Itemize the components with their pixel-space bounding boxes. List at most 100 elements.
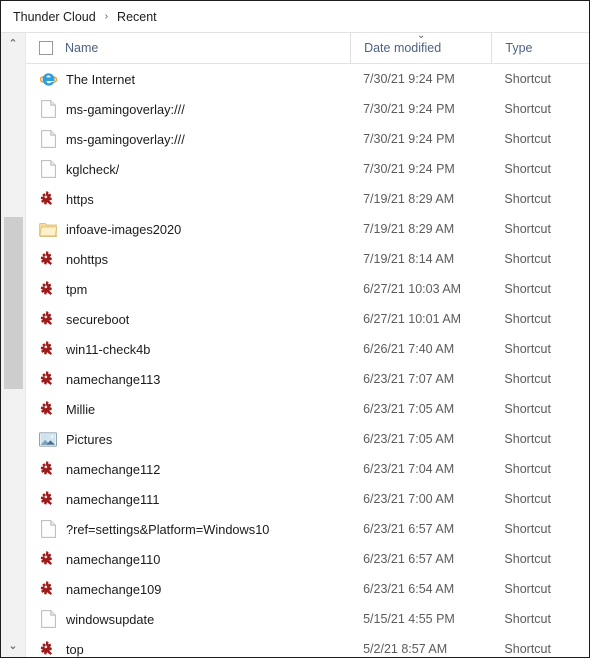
file-name-cell[interactable]: namechange113 xyxy=(26,370,350,388)
file-name-cell[interactable]: Millie xyxy=(26,400,350,418)
file-name-cell[interactable]: The Internet xyxy=(26,70,350,88)
file-name-cell[interactable]: infoave-images2020 xyxy=(26,220,350,238)
registry-file-icon xyxy=(39,490,57,508)
file-name-cell[interactable]: ?ref=settings&Platform=Windows10 xyxy=(26,520,350,538)
file-name-cell[interactable]: ms-gamingoverlay:/// xyxy=(26,100,350,118)
file-list-area: Name ⌄ Date modified Type The Internet 7/… xyxy=(26,33,589,657)
file-list-row[interactable]: https 7/19/21 8:29 AM Shortcut xyxy=(26,184,589,214)
breadcrumb-item-current[interactable]: Recent xyxy=(115,9,159,25)
breadcrumb-item-root[interactable]: Thunder Cloud xyxy=(11,9,98,25)
file-name-cell[interactable]: windowsupdate xyxy=(26,610,350,628)
file-date-modified-cell: 6/23/21 6:54 AM xyxy=(363,582,455,596)
file-date-modified-cell: 6/23/21 7:07 AM xyxy=(363,372,455,386)
file-list-row[interactable]: namechange112 6/23/21 7:04 AM Shortcut xyxy=(26,454,589,484)
file-type-cell: Shortcut xyxy=(504,342,551,356)
file-list-row[interactable]: windowsupdate 5/15/21 4:55 PM Shortcut xyxy=(26,604,589,634)
registry-file-icon xyxy=(39,250,57,268)
file-list-row[interactable]: The Internet 7/30/21 9:24 PM Shortcut xyxy=(26,64,589,94)
file-name-label: namechange109 xyxy=(66,581,162,597)
file-list-row[interactable]: kglcheck/7/30/21 9:24 PM Shortcut xyxy=(26,154,589,184)
scrollbar-thumb[interactable] xyxy=(3,217,23,389)
file-name-cell[interactable]: ms-gamingoverlay:/// xyxy=(26,130,350,148)
file-date-modified-cell: 6/26/21 7:40 AM xyxy=(363,342,455,356)
file-name-label: namechange112 xyxy=(66,461,161,477)
file-type-cell: Shortcut xyxy=(504,612,551,626)
column-header-row: Name ⌄ Date modified Type xyxy=(26,33,589,64)
file-name-cell[interactable]: top xyxy=(26,640,350,657)
column-header-type[interactable]: Type xyxy=(491,33,589,63)
column-header-type-label: Type xyxy=(505,41,533,55)
file-list-row[interactable]: namechange113 6/23/21 7:07 AM Shortcut xyxy=(26,364,589,394)
explorer-body: ⌃ ⌄ Name ⌄ Date modified Type The Intern… xyxy=(1,33,589,657)
file-date-modified-cell: 7/30/21 9:24 PM xyxy=(363,102,455,116)
file-date-modified-cell: 5/15/21 4:55 PM xyxy=(363,612,455,626)
select-all-checkbox[interactable] xyxy=(39,41,53,55)
registry-file-icon xyxy=(39,370,57,388)
file-date-modified-cell: 7/19/21 8:14 AM xyxy=(363,252,455,266)
registry-file-icon xyxy=(39,550,57,568)
file-date-modified-cell: 6/23/21 7:05 AM xyxy=(363,402,455,416)
scrollbar-track[interactable] xyxy=(1,55,26,635)
file-name-label: ?ref=settings&Platform=Windows10 xyxy=(66,521,270,537)
column-header-date-label: Date modified xyxy=(364,41,442,55)
file-type-cell: Shortcut xyxy=(504,132,551,146)
file-name-cell[interactable]: namechange110 xyxy=(26,550,350,568)
file-name-cell[interactable]: kglcheck/ xyxy=(26,160,350,178)
file-list-row[interactable]: ?ref=settings&Platform=Windows10 6/23/21 … xyxy=(26,514,589,544)
file-name-cell[interactable]: win11-check4b xyxy=(26,340,350,358)
file-type-cell: Shortcut xyxy=(504,192,551,206)
file-type-cell: Shortcut xyxy=(504,72,551,86)
file-name-cell[interactable]: tpm xyxy=(26,280,350,298)
file-name-label: secureboot xyxy=(66,311,130,327)
file-name-cell[interactable]: Pictures xyxy=(26,430,350,448)
file-list-row[interactable]: tpm 6/27/21 10:03 AM Shortcut xyxy=(26,274,589,304)
file-name-cell[interactable]: namechange111 xyxy=(26,490,350,508)
file-name-cell[interactable]: secureboot xyxy=(26,310,350,328)
registry-file-icon xyxy=(39,340,57,358)
file-type-cell: Shortcut xyxy=(504,582,551,596)
vertical-scrollbar[interactable]: ⌃ ⌄ xyxy=(1,33,26,657)
file-list-row[interactable]: Millie 6/23/21 7:05 AM Shortcut xyxy=(26,394,589,424)
file-date-modified-cell: 6/23/21 6:57 AM xyxy=(363,522,455,536)
blank-document-icon xyxy=(39,160,57,178)
file-name-label: win11-check4b xyxy=(66,341,151,357)
file-type-cell: Shortcut xyxy=(504,312,551,326)
file-name-label: windowsupdate xyxy=(66,611,155,627)
registry-file-icon xyxy=(39,460,57,478)
registry-file-icon xyxy=(39,310,57,328)
file-list-row[interactable]: infoave-images2020 7/19/21 8:29 AM Shortcu… xyxy=(26,214,589,244)
file-type-cell: Shortcut xyxy=(504,462,551,476)
column-header-date-modified[interactable]: ⌄ Date modified xyxy=(350,33,491,63)
file-name-cell[interactable]: nohttps xyxy=(26,250,350,268)
file-list-row[interactable]: secureboot 6/27/21 10:01 AM Shortcut xyxy=(26,304,589,334)
column-header-name[interactable]: Name xyxy=(26,33,350,63)
file-explorer-window: Thunder Cloud › Recent ⌃ ⌄ Name ⌄ Date m xyxy=(1,1,589,657)
file-type-cell: Shortcut xyxy=(504,102,551,116)
file-name-label: namechange113 xyxy=(66,371,161,387)
file-list-row[interactable]: win11-check4b 6/26/21 7:40 AM Shortcut xyxy=(26,334,589,364)
sort-descending-chevron-icon: ⌄ xyxy=(417,33,426,41)
file-name-label: kglcheck/ xyxy=(66,161,120,177)
blank-document-icon xyxy=(39,610,57,628)
file-list-row[interactable]: nohttps 7/19/21 8:14 AM Shortcut xyxy=(26,244,589,274)
file-name-cell[interactable]: namechange112 xyxy=(26,460,350,478)
file-type-cell: Shortcut xyxy=(504,402,551,416)
file-list-row[interactable]: top 5/2/21 8:57 AM Shortcut xyxy=(26,634,589,657)
file-name-cell[interactable]: https xyxy=(26,190,350,208)
column-header-name-label: Name xyxy=(65,41,99,55)
file-list-row[interactable]: namechange110 6/23/21 6:57 AM Shortcut xyxy=(26,544,589,574)
file-date-modified-cell: 6/27/21 10:01 AM xyxy=(363,312,462,326)
file-list-row[interactable]: ms-gamingoverlay:/// 7/30/21 9:24 PM Short… xyxy=(26,124,589,154)
file-name-label: ms-gamingoverlay:/// xyxy=(66,131,185,147)
scrollbar-down-arrow-icon[interactable]: ⌄ xyxy=(1,635,26,657)
file-list-row[interactable]: Pictures 6/23/21 7:05 AM Shortcut xyxy=(26,424,589,454)
file-type-cell: Shortcut xyxy=(504,552,551,566)
file-list-row[interactable]: ms-gamingoverlay:/// 7/30/21 9:24 PM Short… xyxy=(26,94,589,124)
file-list-row[interactable]: namechange109 6/23/21 6:54 AM Shortcut xyxy=(26,574,589,604)
scrollbar-up-arrow-icon[interactable]: ⌃ xyxy=(1,33,26,55)
file-list-row[interactable]: namechange111 6/23/21 7:00 AM Shortcut xyxy=(26,484,589,514)
file-name-label: https xyxy=(66,191,94,207)
file-name-cell[interactable]: namechange109 xyxy=(26,580,350,598)
file-date-modified-cell: 6/23/21 6:57 AM xyxy=(363,552,455,566)
registry-file-icon xyxy=(39,640,57,657)
